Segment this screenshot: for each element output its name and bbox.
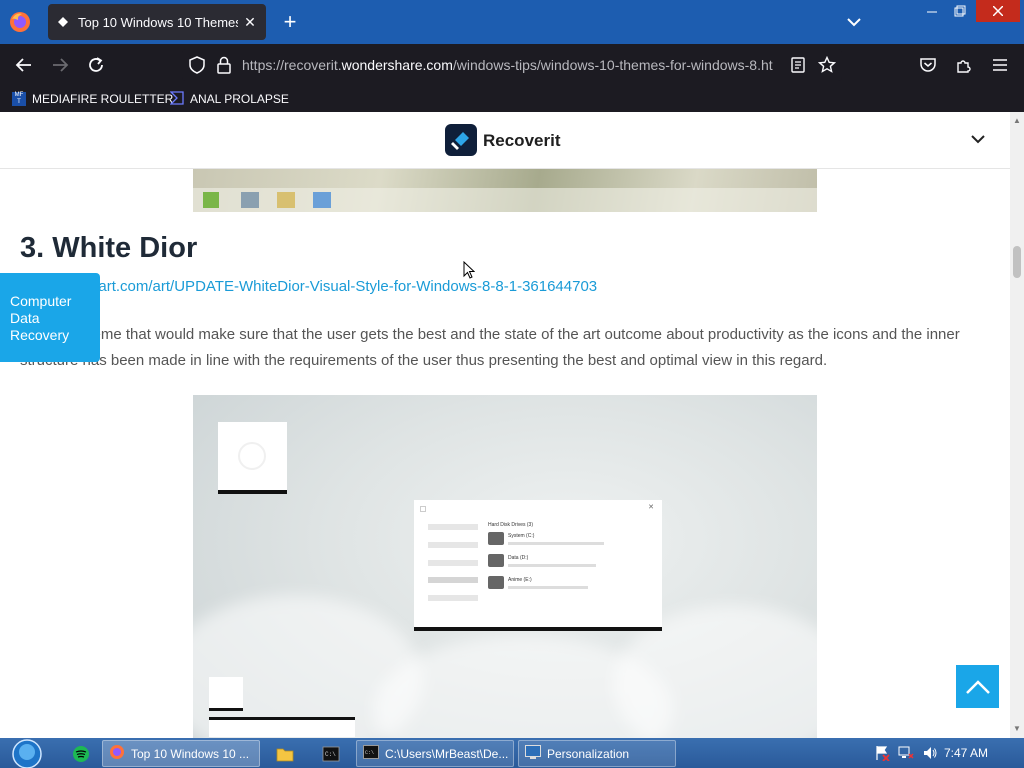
drive-label: System (C:) <box>508 533 535 539</box>
extensions-icon[interactable] <box>952 53 976 77</box>
reader-view-icon[interactable] <box>790 57 806 78</box>
close-icon: ✕ <box>648 504 654 511</box>
site-favicon-icon <box>56 15 70 29</box>
pocket-icon[interactable] <box>916 53 940 77</box>
new-tab-button[interactable]: + <box>278 10 302 34</box>
folder-icon <box>277 192 295 208</box>
app-icon <box>313 192 331 208</box>
sidebar-item <box>428 542 478 548</box>
bookmark-label: MEDIAFIRE ROULETTER <box>32 92 174 106</box>
personalization-icon <box>525 745 541 762</box>
firefox-view-icon[interactable] <box>8 10 32 34</box>
navigation-toolbar: https://recoverit.wondershare.com/window… <box>0 44 1024 86</box>
article-heading: 3. White Dior <box>20 232 198 264</box>
drive-label: Anime (E:) <box>508 577 532 583</box>
taskbar-item-label: C:\Users\MrBeast\De... <box>385 746 509 761</box>
small-tile <box>209 677 243 711</box>
cmd-icon[interactable]: C:\ <box>316 740 340 767</box>
site-header: Recoverit <box>0 112 1010 169</box>
scroll-thumb[interactable] <box>1013 246 1021 278</box>
recoverit-logo-icon[interactable] <box>445 124 477 156</box>
drive-usage-bar <box>508 564 596 567</box>
forward-arrow-icon[interactable] <box>48 53 72 77</box>
bookmark-item[interactable]: MF T MEDIAFIRE ROULETTER <box>12 90 173 108</box>
svg-text:C:\: C:\ <box>325 751 336 758</box>
mf-icon: MF T <box>12 92 26 106</box>
taskbar-item-label: Top 10 Windows 10 ... <box>131 746 250 761</box>
system-clock[interactable]: 7:47 AM <box>944 746 988 760</box>
bookmark-star-icon[interactable] <box>817 55 837 79</box>
cmd-icon: C:\ <box>363 745 379 762</box>
source-link[interactable]: ...rn.deviantart.com/art/UPDATE-WhiteDio… <box>20 278 597 295</box>
bookmark-item[interactable]: ANAL PROLAPSE <box>169 90 289 108</box>
sidebar-item <box>428 595 478 601</box>
web-page: Recoverit 3. White Dior ...rn.deviantart… <box>0 112 1010 738</box>
article-paragraph: This is a theme that would make sure tha… <box>20 326 960 369</box>
taskbar-item-cmd[interactable]: C:\ C:\Users\MrBeast\De... <box>356 740 514 767</box>
window-icon <box>420 506 426 512</box>
drive-icon <box>488 554 504 567</box>
mouse-cursor-icon <box>463 260 476 279</box>
taskbar-item-personalization[interactable]: Personalization <box>518 740 676 767</box>
explorer-window: ✕ Hard Disk Drives (3) System (C:) Data … <box>414 500 662 631</box>
action-center-flag-icon[interactable] <box>874 745 890 762</box>
back-arrow-icon[interactable] <box>12 53 36 77</box>
volume-icon[interactable] <box>922 745 938 761</box>
site-name[interactable]: Recoverit <box>483 131 560 151</box>
address-bar[interactable]: https://recoverit.wondershare.com/window… <box>182 49 842 81</box>
close-tab-icon[interactable]: ✕ <box>240 12 260 32</box>
active-tab[interactable]: Top 10 Windows 10 Themes for ✕ <box>48 4 266 40</box>
bookmark-icon <box>169 90 184 108</box>
bookmark-label: ANAL PROLAPSE <box>190 92 289 106</box>
drive-usage-bar <box>508 542 604 545</box>
computer-data-recovery-button[interactable]: Computer Data Recovery <box>0 273 100 362</box>
chevron-down-icon[interactable] <box>970 132 990 148</box>
hamburger-menu-icon[interactable] <box>988 53 1012 77</box>
svg-text:C:\: C:\ <box>365 750 374 756</box>
sidebar-item <box>428 577 478 583</box>
back-to-top-button[interactable] <box>956 665 999 708</box>
taskbar-item-firefox[interactable]: Top 10 Windows 10 ... <box>102 740 260 767</box>
minimize-icon[interactable] <box>918 0 946 22</box>
list-all-tabs-icon[interactable] <box>842 10 866 34</box>
app-icon <box>241 192 259 208</box>
network-icon[interactable] <box>898 745 914 761</box>
scroll-down-icon[interactable]: ▼ <box>1012 724 1022 734</box>
window-heading: Hard Disk Drives (3) <box>488 522 534 528</box>
search-box-preview <box>209 717 355 737</box>
tab-bar: Top 10 Windows 10 Themes for ✕ + <box>0 0 1024 44</box>
previous-theme-screenshot <box>193 169 817 212</box>
sidebar-item <box>428 524 478 530</box>
spotify-icon[interactable] <box>66 740 90 767</box>
bookmarks-toolbar: MF T MEDIAFIRE ROULETTER ANAL PROLAPSE <box>0 86 1024 112</box>
sidebar-item <box>428 560 478 566</box>
user-icon <box>238 442 266 470</box>
start-icon <box>203 192 219 208</box>
close-window-icon[interactable] <box>976 0 1020 22</box>
scroll-up-icon[interactable]: ▲ <box>1012 116 1022 126</box>
shield-icon[interactable] <box>188 56 206 79</box>
page-scrollbar[interactable]: ▲ ▼ <box>1010 112 1024 738</box>
windows-taskbar: Top 10 Windows 10 ... C:\ C:\ C:\Users\M… <box>0 738 1024 768</box>
screenshot-taskbar <box>193 188 817 212</box>
user-tile <box>218 422 287 494</box>
maximize-icon[interactable] <box>946 0 974 22</box>
lock-icon[interactable] <box>216 56 232 79</box>
drive-icon <box>488 576 504 589</box>
drive-usage-bar <box>508 586 588 589</box>
start-button-icon[interactable] <box>8 739 46 768</box>
drive-icon <box>488 532 504 545</box>
white-dior-theme-screenshot: ✕ Hard Disk Drives (3) System (C:) Data … <box>193 395 817 738</box>
firefox-icon <box>109 744 125 763</box>
drive-label: Data (D:) <box>508 555 529 561</box>
url-text[interactable]: https://recoverit.wondershare.com/window… <box>242 57 780 73</box>
folder-icon[interactable] <box>270 740 294 767</box>
tab-title: Top 10 Windows 10 Themes for <box>78 14 238 30</box>
reload-icon[interactable] <box>84 53 108 77</box>
taskbar-item-label: Personalization <box>547 746 630 761</box>
